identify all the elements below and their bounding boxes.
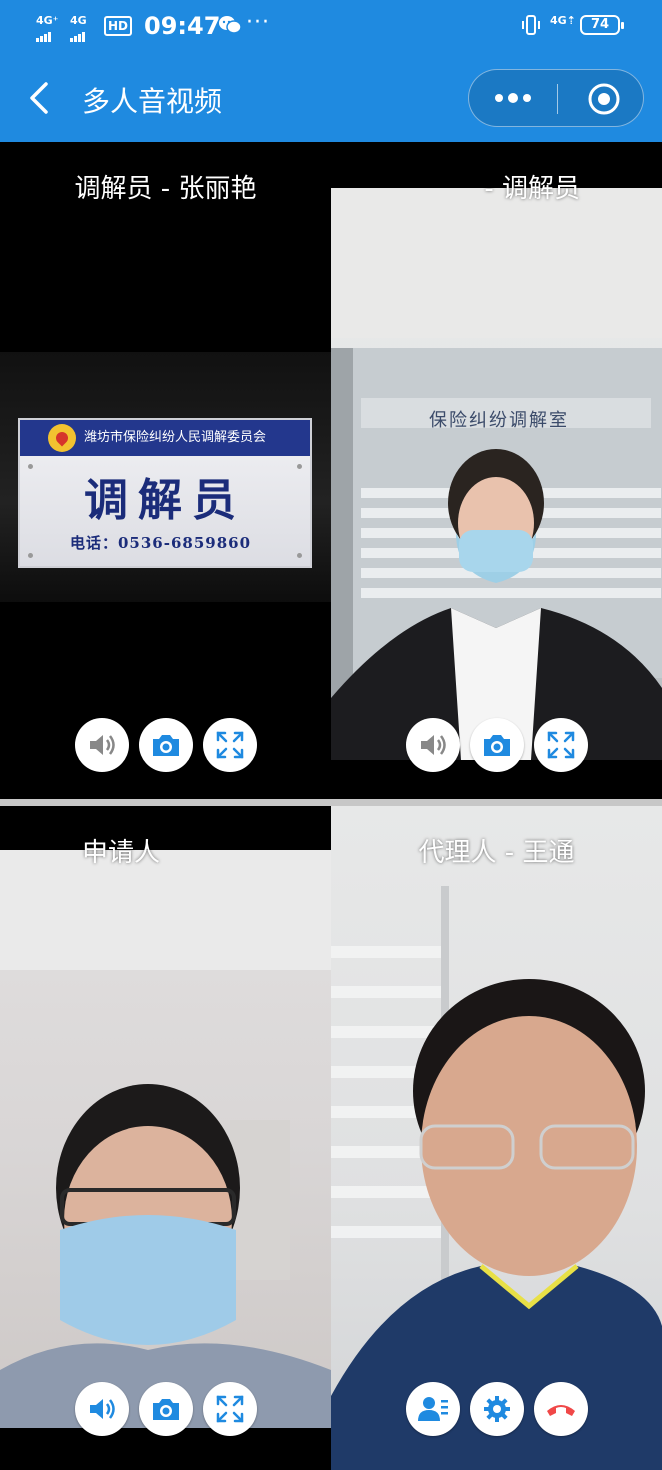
video-tile-agent: 代理人 - 王通 xyxy=(331,806,662,1470)
more-dot xyxy=(495,94,503,102)
tile-controls xyxy=(0,1382,331,1436)
tile-controls xyxy=(331,1382,662,1436)
fullscreen-button[interactable] xyxy=(202,1382,257,1436)
sign-title: 调解员 xyxy=(84,475,246,526)
mediator-sign: 潍坊市保险纠纷人民调解委员会 调解员 电话：0536-6859860 xyxy=(18,418,312,568)
fullscreen-button[interactable] xyxy=(202,718,257,772)
sign-pin xyxy=(297,464,302,469)
video-tile-mediator-2: - 调解员 保险纠纷调解室 xyxy=(331,142,662,800)
mute-speaker-button[interactable] xyxy=(74,718,129,772)
sign-pin xyxy=(297,553,302,558)
participant-label: - 调解员 xyxy=(484,174,580,204)
close-miniprogram-icon[interactable] xyxy=(587,82,621,116)
more-menu-button[interactable] xyxy=(489,78,537,118)
participant-label: 申请人 xyxy=(82,838,161,868)
fullscreen-button[interactable] xyxy=(533,718,588,772)
settings-button[interactable] xyxy=(469,1382,524,1436)
tile-controls xyxy=(331,718,662,772)
video-feed xyxy=(0,850,331,1428)
camera-icon xyxy=(152,1399,179,1420)
signal-2-label: 4G xyxy=(70,14,87,27)
camera-icon xyxy=(483,735,510,756)
signal-1-bars-icon xyxy=(36,29,59,42)
participant-label: 代理人 - 王通 xyxy=(418,838,575,868)
page-title: 多人音视频 xyxy=(82,85,223,118)
wechat-icon xyxy=(219,16,242,34)
room-sign: 保险纠纷调解室 xyxy=(429,410,569,431)
signal-1: 4G⁺ xyxy=(36,14,59,42)
status-more-icon: ··· xyxy=(246,10,270,35)
participants-list-icon xyxy=(417,1397,448,1421)
status-time: 09:47 xyxy=(144,12,221,40)
video-frame xyxy=(331,188,662,760)
hang-up-button[interactable] xyxy=(533,1382,588,1436)
gear-icon xyxy=(483,1396,510,1422)
speaker-button[interactable] xyxy=(74,1382,129,1436)
camera-button[interactable] xyxy=(138,1382,193,1436)
camera-button[interactable] xyxy=(469,718,524,772)
tile-divider xyxy=(0,799,662,806)
signal-2-bars-icon xyxy=(70,29,87,42)
signal-1-label: 4G⁺ xyxy=(36,14,59,27)
sign-phone: 电话：0536-6859860 xyxy=(70,534,252,552)
signal-right: 4G⇡ xyxy=(550,14,576,27)
hang-up-icon xyxy=(546,1405,575,1416)
tile-controls xyxy=(0,718,331,772)
vibrate-icon xyxy=(522,15,540,35)
speaker-icon xyxy=(420,735,446,755)
battery-indicator: 74 xyxy=(580,15,624,35)
sign-pin xyxy=(28,553,33,558)
video-frame xyxy=(331,886,662,1470)
speaker-icon xyxy=(89,1399,115,1419)
hd-voice-badge: HD xyxy=(104,16,133,36)
miniprogram-capsule xyxy=(468,69,644,127)
fullscreen-icon xyxy=(216,731,243,759)
top-bar: 4G⁺ 4G HD 09:47 ··· 4G⇡ 74 多人音视频 xyxy=(0,0,662,142)
video-tile-applicant: 申请人 xyxy=(0,806,331,1470)
sign-pin xyxy=(28,464,33,469)
status-bar: 4G⁺ 4G HD 09:47 ··· 4G⇡ 74 xyxy=(0,0,662,54)
more-dot xyxy=(523,94,531,102)
org-logo-icon xyxy=(48,424,76,452)
fullscreen-icon xyxy=(216,1395,243,1423)
video-tile-mediator-1: 调解员 - 张丽艳 潍坊市保险纠纷人民调解委员会 调解员 电话：0536-685… xyxy=(0,142,331,800)
more-dot xyxy=(508,93,518,103)
participant-label: 调解员 - 张丽艳 xyxy=(74,174,257,204)
mute-speaker-button[interactable] xyxy=(405,718,460,772)
back-icon[interactable] xyxy=(26,80,54,116)
capsule-divider xyxy=(557,84,558,114)
video-feed xyxy=(331,806,662,1470)
camera-icon xyxy=(152,735,179,756)
fullscreen-icon xyxy=(547,731,574,759)
signal-2: 4G xyxy=(70,14,87,42)
video-feed xyxy=(331,188,662,760)
video-frame xyxy=(0,850,331,1428)
participants-button[interactable] xyxy=(405,1382,460,1436)
camera-button[interactable] xyxy=(138,718,193,772)
speaker-icon xyxy=(89,735,115,755)
